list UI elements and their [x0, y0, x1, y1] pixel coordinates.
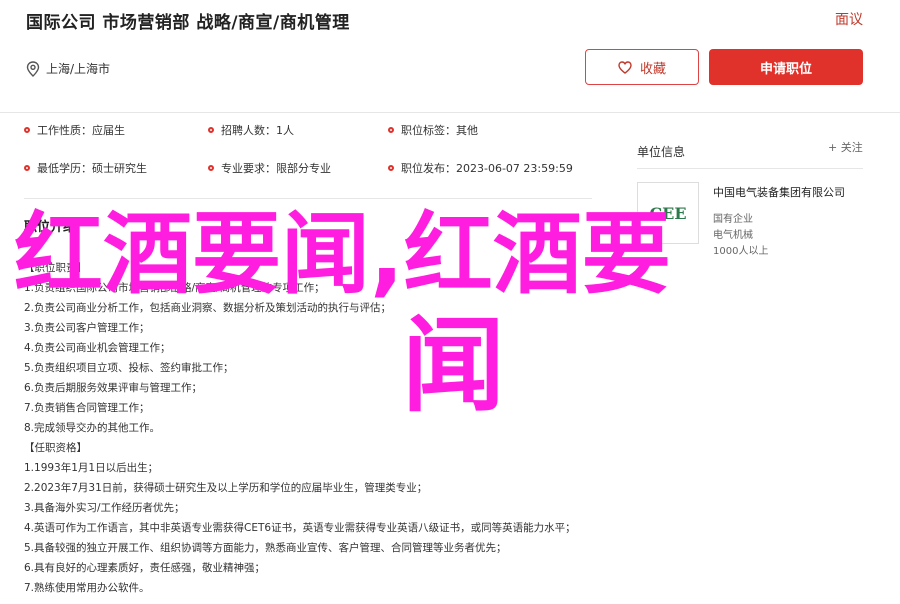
bullet-icon [24, 165, 30, 171]
description-line: 2.2023年7月31日前，获得硕士研究生及以上学历和学位的应届毕业生，管理类专… [24, 482, 428, 494]
meta-item: 专业要求：限部分专业 [208, 160, 331, 176]
description-line: 7.负责销售合同管理工作； [24, 402, 150, 414]
description-line: 8.完成领导交办的其他工作。 [24, 422, 161, 434]
description-line: 7.熟练使用常用办公软件。 [24, 582, 150, 594]
bullet-icon [208, 127, 214, 133]
meta-item: 职位标签：其他 [388, 122, 478, 138]
salary-label: 面议 [835, 12, 863, 28]
description-line: 6.具有良好的心理素质好，责任感强，敬业精神强； [24, 562, 266, 574]
description-line: 3.负责公司客户管理工作； [24, 322, 150, 334]
location-text: 上海/上海市 [46, 62, 111, 76]
favorite-button[interactable]: 收藏 [585, 49, 699, 85]
meta-item: 招聘人数：1人 [208, 122, 294, 138]
description-line: 4.负责公司商业机会管理工作； [24, 342, 171, 354]
location-pin-icon [26, 60, 40, 77]
meta-item: 工作性质：应届生 [24, 122, 125, 138]
company-industry: 电气机械 [713, 230, 753, 241]
bullet-icon [388, 127, 394, 133]
description-line: 4.英语可作为工作语言，其中非英语专业需获得CET6证书，英语专业需获得专业英语… [24, 522, 576, 534]
description-line: 1.1993年1月1日以后出生； [24, 462, 159, 474]
meta-item: 职位发布：2023-06-07 23:59:59 [388, 160, 573, 176]
sidebar-title: 单位信息 [637, 145, 686, 159]
meta-text: 招聘人数：1人 [221, 124, 294, 137]
bullet-icon [388, 165, 394, 171]
divider [24, 198, 592, 199]
description-line: 【任职资格】 [24, 442, 87, 454]
favorite-label: 收藏 [639, 61, 666, 77]
description-line: 5.负责组织项目立项、投标、签约审批工作； [24, 362, 234, 374]
company-size: 1000人以上 [713, 246, 769, 257]
meta-text: 最低学历：硕士研究生 [37, 162, 147, 175]
overlay-headline-2: 闻 [402, 306, 505, 426]
sidebar-divider [637, 168, 863, 169]
meta-text: 工作性质：应届生 [37, 124, 125, 137]
description-line: 6.负责后期服务效果评审与管理工作； [24, 382, 203, 394]
heart-icon [618, 60, 632, 74]
meta-text: 专业要求：限部分专业 [221, 162, 331, 175]
follow-button[interactable]: + 关注 [828, 139, 863, 155]
job-location: 上海/上海市 [26, 60, 110, 77]
company-nature: 国有企业 [713, 214, 753, 225]
meta-text: 职位标签：其他 [401, 124, 478, 137]
bullet-icon [208, 165, 214, 171]
description-line: 3.具备海外实习/工作经历者优先； [24, 502, 185, 514]
meta-item: 最低学历：硕士研究生 [24, 160, 147, 176]
apply-button[interactable]: 申请职位 [709, 49, 863, 85]
job-title: 国际公司 市场营销部 战略/商宣/商机管理 [26, 13, 350, 33]
company-name[interactable]: 中国电气装备集团有限公司 [713, 184, 845, 200]
overlay-headline: 红酒要闻,红酒要 [14, 202, 671, 306]
bullet-icon [24, 127, 30, 133]
description-line: 5.具备较强的独立开展工作、组织协调等方面能力，熟悉商业宣传、客户管理、合同管理… [24, 542, 507, 554]
meta-text: 职位发布：2023-06-07 23:59:59 [401, 162, 573, 175]
job-header: 国际公司 市场营销部 战略/商宣/商机管理 面议 上海/上海市 收藏 申请职位 [0, 0, 900, 113]
